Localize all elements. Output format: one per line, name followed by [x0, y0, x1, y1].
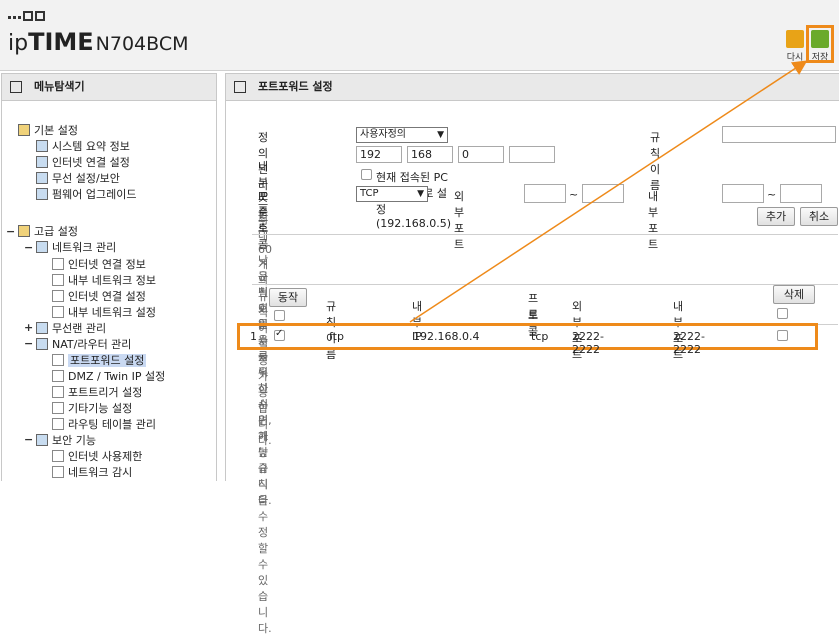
arrow-line: [409, 60, 808, 323]
annotation-arrow: [409, 60, 808, 323]
